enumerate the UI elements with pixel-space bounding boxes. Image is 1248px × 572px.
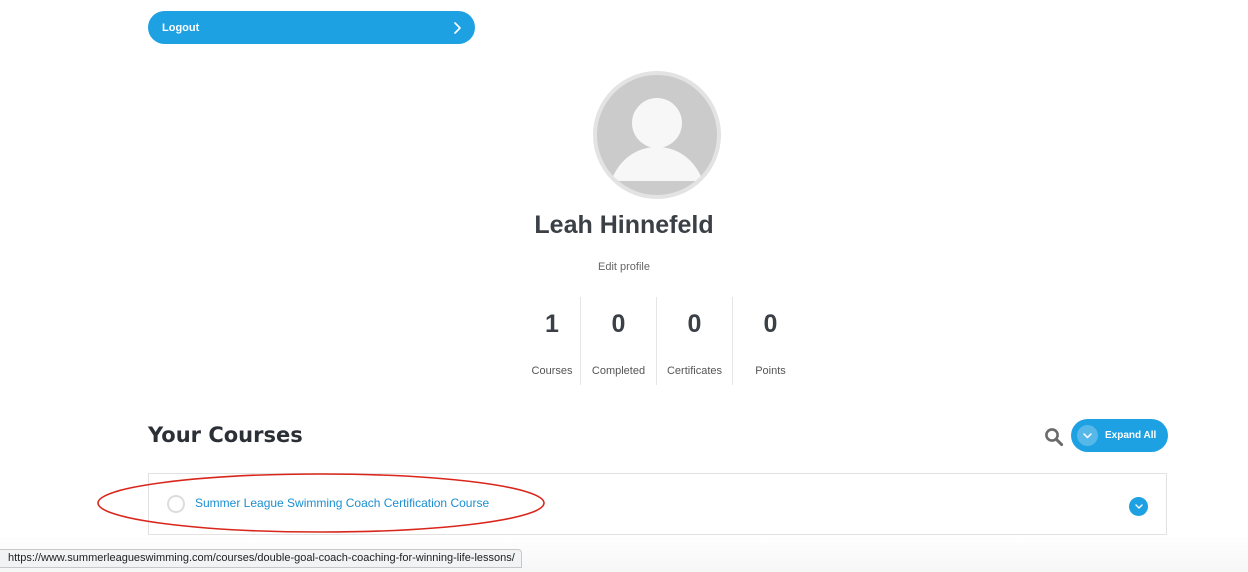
- stat-value: 0: [687, 310, 702, 338]
- course-status-circle-icon: [167, 495, 185, 513]
- stat-label: Certificates: [666, 365, 723, 377]
- profile-name: Leah Hinnefeld: [534, 211, 714, 239]
- stat-value: 1: [545, 310, 559, 338]
- status-bar-url: https://www.summerleagueswimming.com/cou…: [0, 549, 522, 568]
- logout-button[interactable]: Logout: [148, 11, 475, 44]
- chevron-down-icon[interactable]: [1129, 497, 1148, 516]
- stat-completed: 0 Completed: [580, 297, 656, 385]
- stat-label: Completed: [591, 365, 646, 377]
- chevron-down-icon: [1077, 425, 1098, 446]
- courses-heading: Your Courses: [148, 423, 303, 447]
- stat-value: 0: [763, 310, 778, 338]
- stat-label: Courses: [531, 365, 573, 377]
- stat-courses: 1 Courses: [524, 297, 580, 385]
- stat-label: Points: [755, 365, 786, 377]
- course-title-link[interactable]: Summer League Swimming Coach Certificati…: [195, 496, 489, 510]
- stat-value: 0: [611, 310, 626, 338]
- user-avatar-icon: [593, 71, 721, 199]
- stat-certificates: 0 Certificates: [656, 297, 732, 385]
- edit-profile-link[interactable]: Edit profile: [0, 261, 1248, 273]
- course-row: Summer League Swimming Coach Certificati…: [148, 473, 1167, 535]
- chevron-right-icon: [454, 21, 461, 34]
- profile-stats: 1 Courses 0 Completed 0 Certificates 0 P…: [524, 297, 808, 385]
- logout-label: Logout: [162, 21, 200, 34]
- search-icon[interactable]: [1044, 427, 1064, 447]
- expand-all-label: Expand All: [1105, 430, 1157, 441]
- stat-points: 0 Points: [732, 297, 808, 385]
- expand-all-button[interactable]: Expand All: [1071, 419, 1168, 452]
